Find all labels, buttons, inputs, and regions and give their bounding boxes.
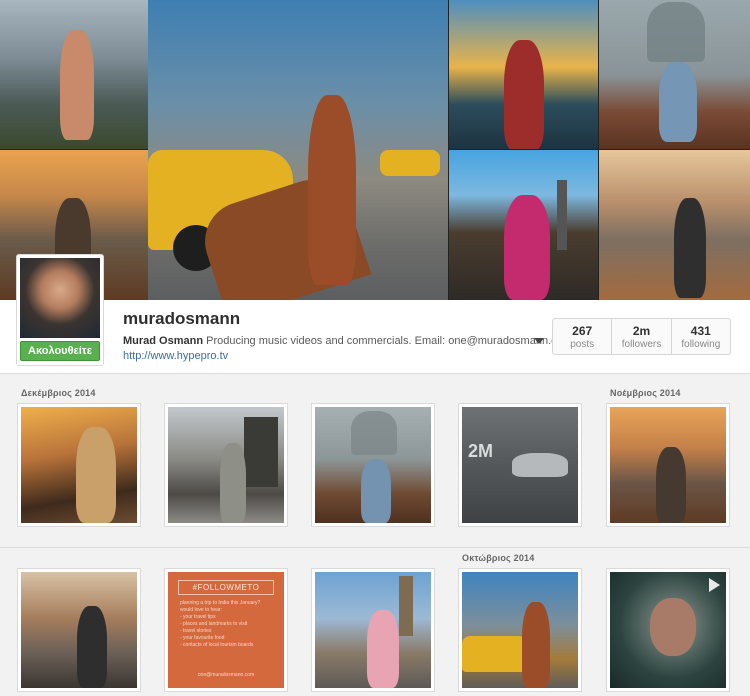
photo-image	[610, 407, 726, 523]
avatar[interactable]	[20, 258, 100, 338]
stat-posts[interactable]: 267 posts	[553, 319, 613, 354]
followme-line: - your travel tips	[180, 614, 216, 620]
play-icon	[709, 578, 720, 592]
photo-image	[315, 572, 431, 688]
followme-lines: planning a trip to India this January? w…	[180, 600, 276, 649]
cover-tile-sunset-sea[interactable]	[449, 0, 598, 149]
profile-username: muradosmann	[123, 309, 241, 328]
cover-tile-taxi-street[interactable]	[148, 0, 448, 300]
profile-bio: Murad Osmann Producing music videos and …	[123, 335, 572, 347]
video-thumbnail[interactable]	[606, 568, 730, 692]
photo-feed: Δεκέμβριος 2014 Νοέμβριος 2014 Οκτώβριος…	[0, 375, 750, 696]
followme-line: planning a trip to India this January?	[180, 600, 261, 606]
photo-thumbnail[interactable]	[164, 403, 288, 527]
photo-figure	[77, 606, 107, 688]
photo-figure	[522, 602, 550, 688]
followme-line: - your favourite food	[180, 635, 225, 641]
month-label: Νοέμβριος 2014	[610, 388, 681, 398]
photo-image	[462, 572, 578, 688]
photo-figure	[76, 427, 116, 523]
stat-label: posts	[570, 339, 595, 350]
taxi-shape	[380, 150, 440, 176]
month-label: Δεκέμβριος 2014	[21, 388, 96, 398]
wall-text: 2M	[468, 441, 494, 461]
profile-full-name: Murad Osmann	[123, 335, 204, 347]
cover-tile-buddha-stairs[interactable]	[599, 0, 750, 149]
cover-mosaic	[0, 0, 750, 300]
photo-figure	[361, 459, 391, 523]
photo-image	[168, 407, 284, 523]
followme-tag: #FOLLOWMETO	[178, 580, 274, 595]
stat-followers[interactable]: 2m followers	[612, 319, 672, 354]
clock-tower-shape	[399, 576, 413, 636]
followme-email: one@muradosmann.com	[197, 672, 255, 678]
tram-shape	[244, 417, 278, 487]
stat-value: 2m	[632, 324, 651, 338]
avatar-card: Ακολουθείτε	[16, 254, 104, 366]
photo-figure	[367, 610, 399, 688]
photo-image	[610, 572, 726, 688]
profile-bio-text: Producing music videos and commercials. …	[206, 335, 572, 347]
photo-thumbnail[interactable]	[606, 403, 730, 527]
cover-figure	[504, 195, 550, 300]
profile-stats: 267 posts 2m followers 431 following	[552, 318, 731, 355]
photo-image: #FOLLOWMETO planning a trip to India thi…	[168, 572, 284, 688]
statue-shape	[351, 411, 397, 455]
stat-label: following	[681, 339, 721, 350]
photo-image	[315, 407, 431, 523]
stat-label: followers	[621, 339, 662, 350]
stat-following[interactable]: 431 following	[672, 319, 730, 354]
caret-down-icon[interactable]	[534, 338, 544, 344]
following-button[interactable]: Ακολουθείτε	[20, 341, 100, 361]
photo-thumbnail[interactable]	[311, 403, 435, 527]
cover-figure	[60, 30, 94, 140]
cover-tile-paris-carousel[interactable]	[449, 150, 598, 300]
cover-tile-skyline[interactable]	[0, 0, 148, 149]
cover-figure	[659, 62, 697, 142]
photo-thumbnail[interactable]	[17, 568, 141, 692]
photo-thumbnail[interactable]	[458, 568, 582, 692]
photo-figure	[512, 453, 568, 477]
followme-line: - contacts of local tourism boards	[180, 642, 254, 648]
statue-shape	[647, 2, 705, 62]
photo-image	[21, 407, 137, 523]
tower-shape	[557, 180, 567, 250]
photo-thumbnail[interactable]: #FOLLOWMETO planning a trip to India thi…	[164, 568, 288, 692]
feed-divider	[0, 547, 750, 548]
photo-figure	[220, 443, 246, 523]
profile-header: Ακολουθείτε muradosmann Murad Osmann Pro…	[0, 254, 750, 374]
photo-image: 2M	[462, 407, 578, 523]
cover-tile-old-city[interactable]	[599, 150, 750, 300]
followme-line: would love to hear:	[180, 607, 222, 613]
cover-figure	[308, 95, 356, 285]
photo-thumbnail[interactable]	[17, 403, 141, 527]
photo-figure	[656, 447, 686, 523]
photo-image	[21, 572, 137, 688]
month-label: Οκτώβριος 2014	[462, 553, 535, 563]
photo-thumbnail[interactable]	[311, 568, 435, 692]
stat-value: 267	[572, 324, 593, 338]
cover-figure	[504, 40, 544, 149]
followme-line: - travel stories	[180, 628, 212, 634]
face-shape	[650, 598, 696, 656]
profile-website-link[interactable]: http://www.hypepro.tv	[123, 350, 228, 362]
photo-thumbnail[interactable]: 2M	[458, 403, 582, 527]
stat-value: 431	[690, 324, 711, 338]
followme-line: - places and landmarks to visit	[180, 621, 248, 627]
cover-figure	[674, 198, 706, 298]
